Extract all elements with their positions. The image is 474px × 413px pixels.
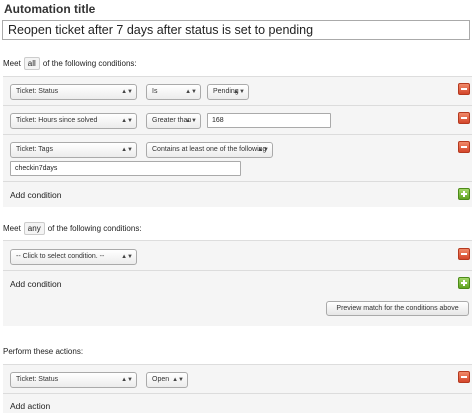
- any-conditions-suffix: of the following conditions:: [47, 224, 142, 233]
- all-conditions-mode-toggle[interactable]: all: [23, 57, 40, 70]
- chevron-updown-icon: ▲▼: [121, 377, 133, 383]
- condition-field-value: -- Click to select condition. --: [16, 253, 105, 260]
- remove-icon[interactable]: [458, 248, 470, 260]
- add-action-label[interactable]: Add action: [10, 401, 50, 411]
- add-icon[interactable]: [458, 277, 470, 289]
- remove-icon[interactable]: [458, 141, 470, 153]
- condition-field-select[interactable]: Ticket: Status ▲▼: [10, 84, 137, 100]
- all-conditions-header: Meet all of the following conditions:: [3, 57, 137, 70]
- all-conditions-prefix: Meet: [3, 59, 21, 68]
- chevron-updown-icon: ▲▼: [121, 147, 133, 153]
- condition-field-value: Ticket: Tags: [16, 146, 53, 153]
- add-condition-label[interactable]: Add condition: [10, 190, 62, 200]
- condition-operator-value: Contains at least one of the following: [152, 146, 267, 153]
- row-divider: [3, 134, 472, 135]
- row-divider: [3, 181, 472, 182]
- condition-tags-input[interactable]: checkin7days: [10, 161, 241, 176]
- condition-operator-select[interactable]: Is ▲▼: [146, 84, 201, 100]
- chevron-updown-icon: ▲▼: [121, 118, 133, 124]
- automation-title-label: Automation title: [4, 2, 96, 16]
- remove-icon[interactable]: [458, 83, 470, 95]
- actions-heading: Perform these actions:: [3, 347, 84, 356]
- remove-icon[interactable]: [458, 112, 470, 124]
- any-conditions-prefix: Meet: [3, 224, 21, 233]
- row-divider: [3, 105, 472, 106]
- automation-title-input[interactable]: Reopen ticket after 7 days after status …: [2, 20, 470, 40]
- action-field-value: Ticket: Status: [16, 376, 59, 383]
- condition-value-input[interactable]: 168: [207, 113, 331, 128]
- row-divider: [3, 393, 472, 394]
- add-icon[interactable]: [458, 188, 470, 200]
- chevron-updown-icon: ▲▼: [121, 254, 133, 260]
- add-condition-label[interactable]: Add condition: [10, 279, 62, 289]
- chevron-updown-icon: ▲▼: [257, 147, 269, 153]
- all-conditions-block: Ticket: Status ▲▼ Is ▲▼ Pending ▲▼ Ticke…: [3, 76, 472, 207]
- chevron-updown-icon: ▲▼: [121, 89, 133, 95]
- row-divider: [3, 270, 472, 271]
- actions-header: Perform these actions:: [3, 347, 83, 356]
- any-conditions-header: Meet any of the following conditions:: [3, 222, 142, 235]
- condition-field-select[interactable]: Ticket: Tags ▲▼: [10, 142, 137, 158]
- action-field-select[interactable]: Ticket: Status ▲▼: [10, 372, 137, 388]
- chevron-updown-icon: ▲▼: [185, 118, 197, 124]
- action-value: Open: [152, 376, 170, 383]
- actions-block: Ticket: Status ▲▼ Open ▲▼ Add action: [3, 364, 472, 413]
- condition-field-select[interactable]: -- Click to select condition. -- ▲▼: [10, 249, 137, 265]
- condition-value-select[interactable]: Pending ▲▼: [207, 84, 249, 100]
- preview-match-button[interactable]: Preview match for the conditions above: [326, 301, 469, 316]
- chevron-updown-icon: ▲▼: [172, 377, 184, 383]
- chevron-updown-icon: ▲▼: [233, 89, 245, 95]
- condition-operator-select[interactable]: Greater than ▲▼: [146, 113, 201, 129]
- chevron-updown-icon: ▲▼: [185, 89, 197, 95]
- condition-field-value: Ticket: Hours since solved: [16, 117, 98, 124]
- remove-icon[interactable]: [458, 371, 470, 383]
- all-conditions-suffix: of the following conditions:: [42, 59, 137, 68]
- condition-field-select[interactable]: Ticket: Hours since solved ▲▼: [10, 113, 137, 129]
- condition-operator-value: Is: [152, 88, 158, 95]
- condition-operator-select[interactable]: Contains at least one of the following ▲…: [146, 142, 273, 158]
- any-conditions-mode-toggle[interactable]: any: [23, 222, 45, 235]
- action-value-select[interactable]: Open ▲▼: [146, 372, 188, 388]
- condition-field-value: Ticket: Status: [16, 88, 59, 95]
